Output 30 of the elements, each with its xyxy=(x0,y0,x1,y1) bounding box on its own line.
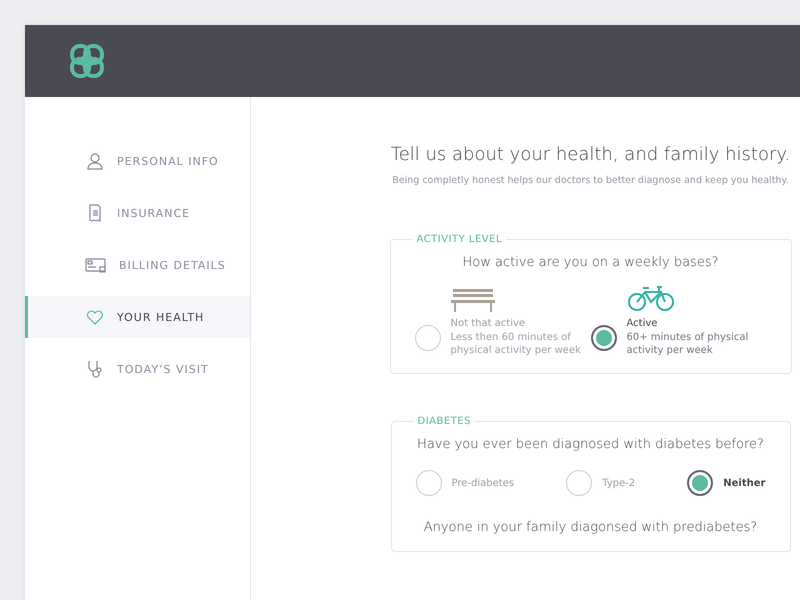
page-subtitle: Being completly honest helps our doctors to better diagnose and keep you healthy. xyxy=(392,175,789,186)
section-legend: DIABETES xyxy=(414,416,475,427)
radio-option[interactable]: Neither xyxy=(687,470,766,496)
radio-button[interactable] xyxy=(590,325,616,351)
sidebar-item[interactable]: YOUR HEALTH xyxy=(25,296,250,338)
radio-option[interactable]: Active 60+ minutes of physical activity per week xyxy=(590,284,766,357)
question-text: How active are you on a weekly bases? xyxy=(462,255,718,270)
question-text: Anyone in your family diagonsed with prediabetes? xyxy=(424,520,758,535)
sidebar-item[interactable]: PERSONAL INFO xyxy=(25,140,250,182)
logo-icon xyxy=(67,41,107,81)
radio-option[interactable]: Not that active Less then 60 minutes of physical activity per week xyxy=(414,284,590,357)
sidebar-item[interactable]: BILLING DETAILS xyxy=(25,244,250,286)
sidebar-item[interactable]: INSURANCE xyxy=(25,192,250,234)
radio-button[interactable] xyxy=(687,470,714,496)
bicycle-icon xyxy=(626,284,674,312)
section-legend: ACTIVITY LEVEL xyxy=(412,234,506,245)
person-icon xyxy=(85,151,105,171)
option-label: Type-2 xyxy=(602,478,636,488)
option-label: Pre-diabetes xyxy=(452,478,514,488)
question-text: Have you ever been diagnosed with diabetes before? xyxy=(417,437,764,452)
radio-option[interactable]: Pre-diabetes xyxy=(416,470,514,496)
option-description: Less then 60 minutes of physical activity per week xyxy=(450,331,582,357)
sidebar-item[interactable]: TODAY’S VISIT xyxy=(25,348,250,390)
option-title: Not that active xyxy=(450,318,526,329)
radio-option[interactable]: Type-2 xyxy=(566,470,636,496)
option-label: Neither xyxy=(723,478,766,488)
option-title: Active xyxy=(626,318,658,329)
option-description: 60+ minutes of physical activity per week xyxy=(626,331,750,357)
page-title: Tell us about your health, and family history. xyxy=(390,144,790,165)
bench-icon xyxy=(450,288,494,312)
